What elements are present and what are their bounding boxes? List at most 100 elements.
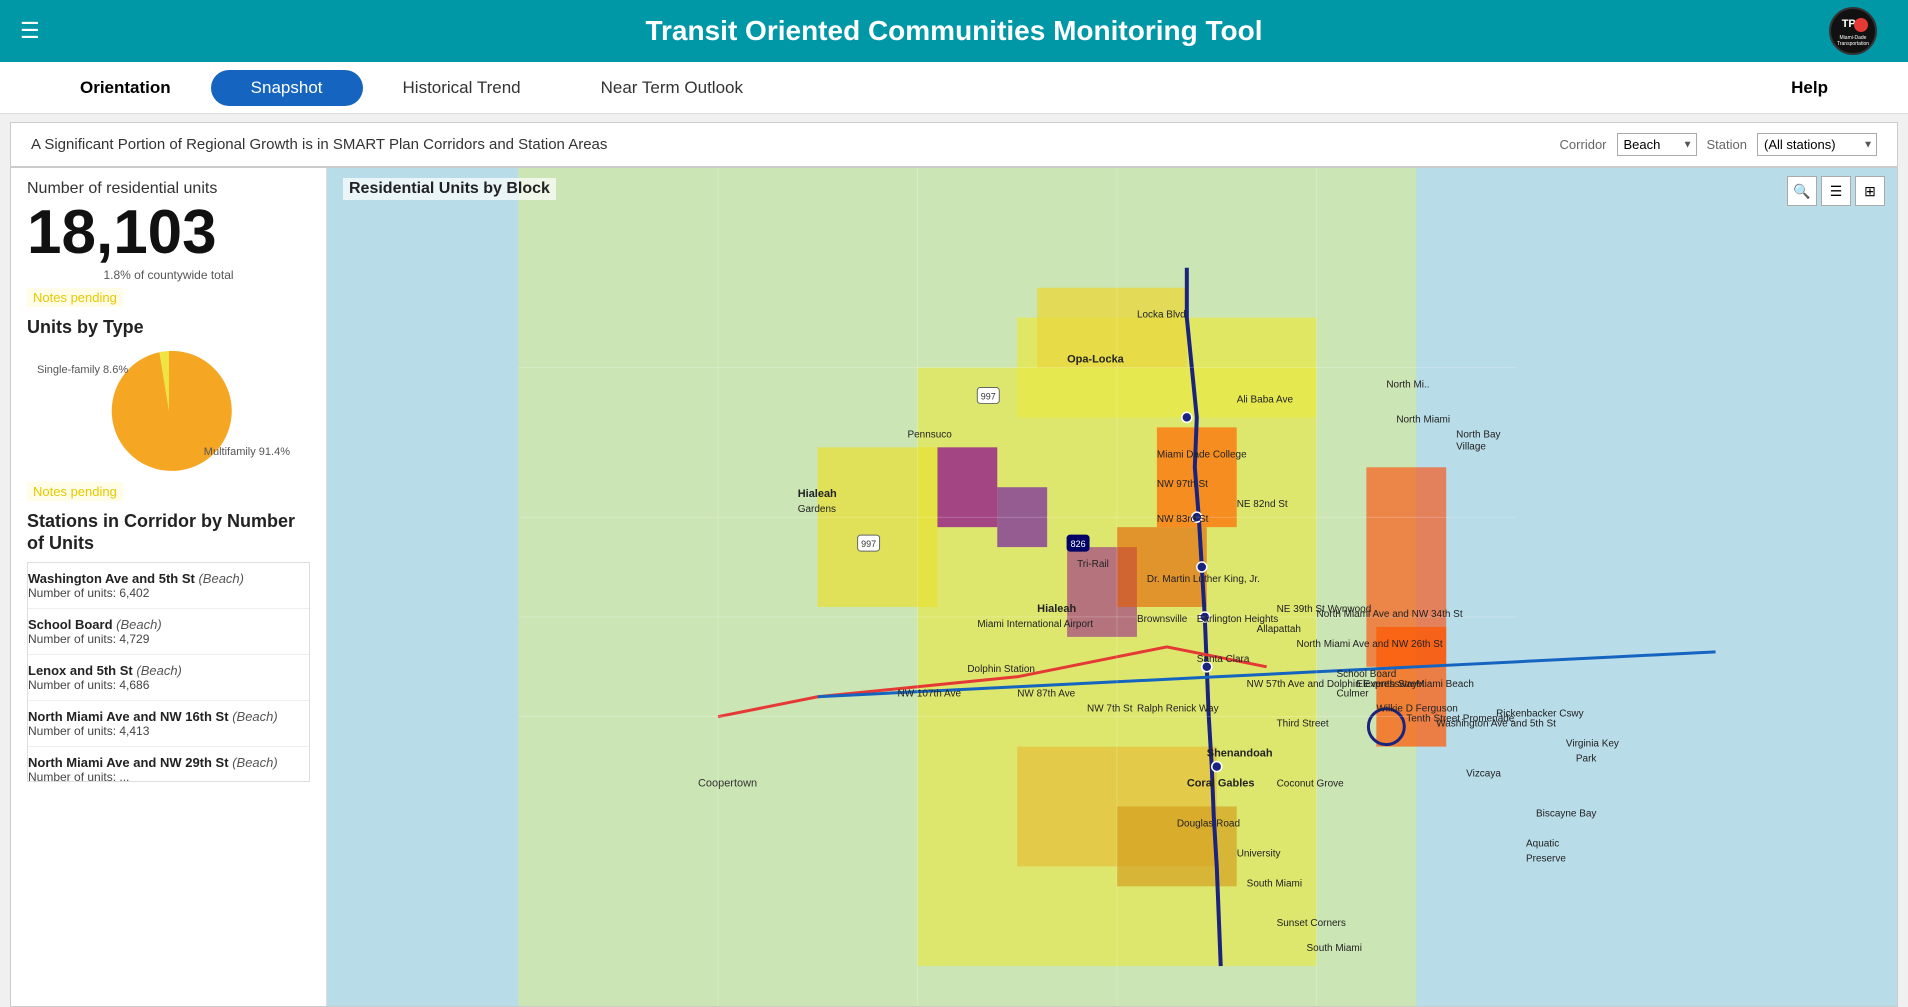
svg-text:NW 7th St: NW 7th St	[1087, 704, 1133, 715]
app-header: ☰ Transit Oriented Communities Monitorin…	[0, 0, 1908, 62]
menu-icon[interactable]: ☰	[20, 18, 40, 44]
svg-text:Eleventh Street: Eleventh Street	[1356, 679, 1424, 690]
station-list-container[interactable]: Washington Ave and 5th St (Beach)Number …	[27, 562, 310, 782]
units-count: 18,103	[27, 202, 310, 264]
station-list-item: Lenox and 5th St (Beach)Number of units:…	[28, 655, 309, 701]
left-panel: Number of residential units 18,103 1.8% …	[11, 168, 327, 1006]
pie-chart-container: Single-family 8.6% Multifamily 91.4%	[27, 346, 310, 476]
svg-text:Shenandoah: Shenandoah	[1207, 748, 1273, 760]
svg-text:North Miami Ave and NW 26th St: North Miami Ave and NW 26th St	[1297, 639, 1443, 650]
nav-item-orientation[interactable]: Orientation	[40, 70, 211, 106]
svg-text:North Bay: North Bay	[1456, 429, 1500, 440]
svg-text:997: 997	[981, 391, 996, 401]
nav-item-near-term-outlook[interactable]: Near Term Outlook	[561, 70, 783, 106]
station-name: School Board (Beach)	[28, 617, 309, 632]
svg-text:NW 97th St: NW 97th St	[1157, 479, 1208, 490]
nav-item-help[interactable]: Help	[1751, 70, 1868, 106]
svg-text:Biscayne Bay: Biscayne Bay	[1536, 808, 1596, 819]
map-list-button[interactable]: ☰	[1821, 176, 1851, 206]
list-icon: ☰	[1830, 183, 1843, 200]
svg-text:Tri-Rail: Tri-Rail	[1077, 559, 1109, 570]
svg-text:Ralph Renick Way: Ralph Renick Way	[1137, 704, 1219, 715]
station-units: Number of units: 4,686	[28, 678, 309, 692]
svg-text:Pennsuco: Pennsuco	[907, 429, 952, 440]
svg-text:South Miami: South Miami	[1307, 943, 1362, 954]
svg-text:Brownsville: Brownsville	[1137, 614, 1188, 625]
svg-text:Coopertown: Coopertown	[698, 778, 757, 790]
svg-text:Park: Park	[1576, 754, 1597, 765]
units-by-type-heading: Units by Type	[27, 317, 310, 338]
station-name: Lenox and 5th St (Beach)	[28, 663, 309, 678]
station-corridor: (Beach)	[232, 709, 278, 724]
svg-text:North Miami: North Miami	[1396, 414, 1450, 425]
station-label: Station	[1707, 137, 1747, 152]
notes-pending-badge-2: Notes pending	[27, 482, 123, 501]
svg-text:Coral Gables: Coral Gables	[1187, 778, 1255, 790]
subtitle-bar: A Significant Portion of Regional Growth…	[10, 122, 1898, 167]
svg-text:Virginia Key: Virginia Key	[1566, 739, 1619, 750]
map-svg: Opa-Locka Ali Baba Ave Hialeah Gardens P…	[327, 168, 1897, 1006]
map-grid-button[interactable]: ⊞	[1855, 176, 1885, 206]
svg-text:Coconut Grove: Coconut Grove	[1277, 779, 1345, 790]
svg-text:826: 826	[1071, 539, 1086, 549]
svg-text:997: 997	[861, 539, 876, 549]
station-units: Number of units: 4,413	[28, 724, 309, 738]
svg-text:Gardens: Gardens	[798, 504, 836, 515]
multifamily-pie-label: Multifamily 91.4%	[204, 446, 290, 458]
station-units: Number of units: 6,402	[28, 586, 309, 600]
corridor-dropdown-wrap: Beach ▼	[1617, 133, 1697, 156]
station-corridor: (Beach)	[232, 755, 278, 770]
corridor-label: Corridor	[1560, 137, 1607, 152]
svg-text:Opa-Locka: Opa-Locka	[1067, 354, 1125, 366]
svg-text:Washington Ave and 5th St: Washington Ave and 5th St	[1436, 719, 1556, 730]
svg-text:Miami Beach: Miami Beach	[1416, 679, 1474, 690]
svg-text:North Miami Ave and NW 34th St: North Miami Ave and NW 34th St	[1317, 609, 1463, 620]
map-area[interactable]: Residential Units by Block 🔍 ☰ ⊞	[327, 168, 1897, 1006]
station-name: North Miami Ave and NW 16th St (Beach)	[28, 709, 309, 724]
station-name: North Miami Ave and NW 29th St (Beach)	[28, 755, 309, 770]
subtitle-text: A Significant Portion of Regional Growth…	[31, 136, 607, 153]
station-units: Number of units: ...	[28, 770, 309, 782]
svg-text:Hialeah: Hialeah	[1037, 603, 1076, 615]
main-content: Number of residential units 18,103 1.8% …	[10, 167, 1898, 1007]
svg-text:Dr. Martin Luther King, Jr.: Dr. Martin Luther King, Jr.	[1147, 574, 1260, 585]
station-list-item: School Board (Beach)Number of units: 4,7…	[28, 609, 309, 655]
nav-item-snapshot[interactable]: Snapshot	[211, 70, 363, 106]
station-corridor: (Beach)	[116, 617, 162, 632]
logo: TPO Miami-Dade Transportation	[1818, 6, 1888, 56]
svg-text:NW 83rd St: NW 83rd St	[1157, 514, 1209, 525]
svg-text:Miami Dade College: Miami Dade College	[1157, 449, 1247, 460]
svg-text:Ali Baba Ave: Ali Baba Ave	[1237, 394, 1294, 405]
svg-text:Third Street: Third Street	[1277, 719, 1329, 730]
search-icon: 🔍	[1793, 183, 1810, 200]
svg-text:University: University	[1237, 848, 1281, 859]
station-list: Washington Ave and 5th St (Beach)Number …	[28, 563, 309, 782]
svg-text:Transportation: Transportation	[1837, 41, 1869, 47]
map-title: Residential Units by Block	[343, 178, 556, 200]
svg-text:South Miami: South Miami	[1247, 878, 1302, 889]
svg-text:NW 107th Ave: NW 107th Ave	[898, 689, 962, 700]
map-toolbar: 🔍 ☰ ⊞	[1787, 176, 1885, 206]
svg-text:Rickenbacker Cswy: Rickenbacker Cswy	[1496, 709, 1584, 720]
svg-text:Village: Village	[1456, 441, 1486, 452]
corridor-select[interactable]: Beach	[1617, 133, 1697, 156]
map-search-button[interactable]: 🔍	[1787, 176, 1817, 206]
stations-heading: Stations in Corridor by Number of Units	[27, 511, 310, 554]
corridor-station-selectors: Corridor Beach ▼ Station (All stations) …	[1560, 133, 1877, 156]
station-select[interactable]: (All stations)	[1757, 133, 1877, 156]
svg-text:NE 82nd St: NE 82nd St	[1237, 499, 1288, 510]
units-percent: 1.8% of countywide total	[27, 268, 310, 282]
svg-text:Douglas Road: Douglas Road	[1177, 818, 1240, 829]
svg-text:Santa Clara: Santa Clara	[1197, 654, 1250, 665]
svg-text:NW 87th Ave: NW 87th Ave	[1017, 689, 1075, 700]
svg-text:Sunset Corners: Sunset Corners	[1277, 918, 1346, 929]
station-list-item: Washington Ave and 5th St (Beach)Number …	[28, 563, 309, 609]
svg-text:Hialeah: Hialeah	[798, 488, 837, 500]
units-label: Number of residential units	[27, 180, 310, 198]
svg-text:Locka Blvd: Locka Blvd	[1137, 310, 1186, 321]
nav-item-historical-trend[interactable]: Historical Trend	[363, 70, 561, 106]
navigation-bar: Orientation Snapshot Historical Trend Ne…	[0, 62, 1908, 114]
station-corridor: (Beach)	[136, 663, 182, 678]
app-title: Transit Oriented Communities Monitoring …	[645, 15, 1262, 47]
single-family-pie-label: Single-family 8.6%	[37, 364, 128, 376]
